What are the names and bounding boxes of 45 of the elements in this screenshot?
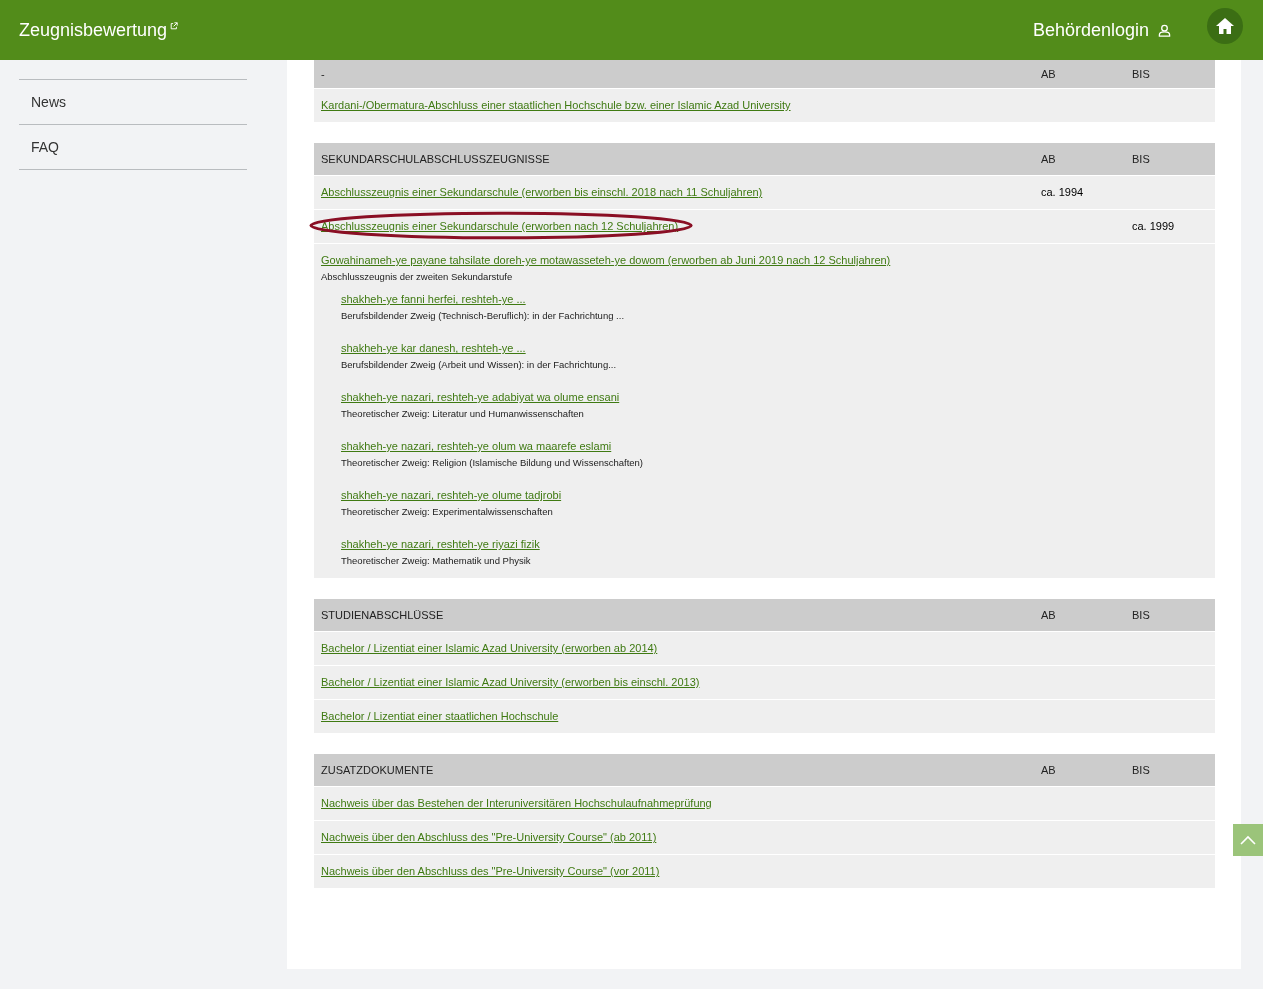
sidebar-item[interactable]: News [19,80,247,124]
link-description: Theoretischer Zweig: Mathematik und Physik [341,555,532,566]
sidebar-item[interactable]: FAQ [19,125,247,169]
column-heading: STUDIENABSCHLÜSSE [320,609,445,621]
document-link[interactable]: shakheh-ye fanni herfei, reshteh-ye ... [341,293,526,305]
document-link[interactable]: shakheh-ye nazari, reshteh-ye adabiyat wa olume ensani [341,391,620,403]
home-icon [1215,17,1235,35]
document-link[interactable]: Kardani-/Obermatura-Abschluss einer staatlichen Hochschule bzw. einer Islamic Azad University [321,99,791,111]
column-heading: AB [1041,153,1057,165]
column-heading: BIS [1132,609,1151,621]
link-description: Theoretischer Zweig: Literatur und Humanwissenschaften [341,408,585,419]
table-cell-text: ca. 1994 [1041,185,1085,198]
document-link[interactable]: Bachelor / Lizentiat einer staatlichen Hochschule [321,710,559,722]
column-heading: - [320,68,326,80]
document-link[interactable]: shakheh-ye nazari, reshteh-ye riyazi fizik [341,538,540,550]
column-heading: AB [1041,764,1057,776]
document-link[interactable]: shakheh-ye kar danesh, reshteh-ye ... [341,342,526,354]
document-link[interactable]: Nachweis über den Abschluss des "Pre-University Course" (ab 2011) [321,831,657,843]
link-description: Theoretischer Zweig: Experimentalwissenschaften [341,506,554,517]
document-link[interactable]: Nachweis über das Bestehen der Interuniversitären Hochschulaufnahmeprüfung [321,797,712,809]
document-link[interactable]: Nachweis über den Abschluss des "Pre-University Course" (vor 2011) [321,865,660,877]
link-description: Abschlusszeugnis der zweiten Sekundarstufe [321,271,514,282]
document-link[interactable]: shakheh-ye nazari, reshteh-ye olume tadjrobi [341,489,562,501]
column-heading: SEKUNDARSCHULABSCHLUSSZEUGNISSE [320,153,551,165]
column-heading: BIS [1132,68,1151,80]
column-heading: AB [1041,68,1057,80]
column-heading: BIS [1132,764,1151,776]
column-heading: ZUSATZDOKUMENTE [320,764,435,776]
site-title-link[interactable]: Zeugnisbewertung [19,19,168,41]
link-description: Berufsbildender Zweig (Arbeit und Wissen): in der Fachrichtung... [341,359,618,370]
home-button[interactable] [1207,8,1243,44]
document-link[interactable]: Gowahinameh-ye payane tahsilate doreh-ye motawasseteh-ye dowom (erworben ab Juni 2019 nach 12 Schuljahren) [321,254,891,266]
document-link[interactable]: Abschlusszeugnis einer Sekundarschule (erworben bis einschl. 2018 nach 11 Schuljahren) [321,186,763,198]
document-link[interactable]: shakheh-ye nazari, reshteh-ye olum wa maarefe eslami [341,440,612,452]
login-link[interactable]: Behördenlogin [1032,19,1149,41]
user-icon [1158,23,1171,37]
document-link[interactable]: Bachelor / Lizentiat einer Islamic Azad University (erworben bis einschl. 2013) [321,676,700,688]
link-description: Theoretischer Zweig: Religion (Islamische Bildung und Wissenschaften) [341,457,645,468]
chevron-up-icon [1240,835,1256,845]
table-cell-text: ca. 1999 [1132,219,1176,232]
link-description: Berufsbildender Zweig (Technisch-Beruflich): in der Fachrichtung ... [341,310,625,321]
column-heading: BIS [1132,153,1151,165]
column-heading: AB [1041,609,1057,621]
document-link[interactable]: Bachelor / Lizentiat einer Islamic Azad University (erworben ab 2014) [321,642,658,654]
external-link-icon [170,22,179,30]
